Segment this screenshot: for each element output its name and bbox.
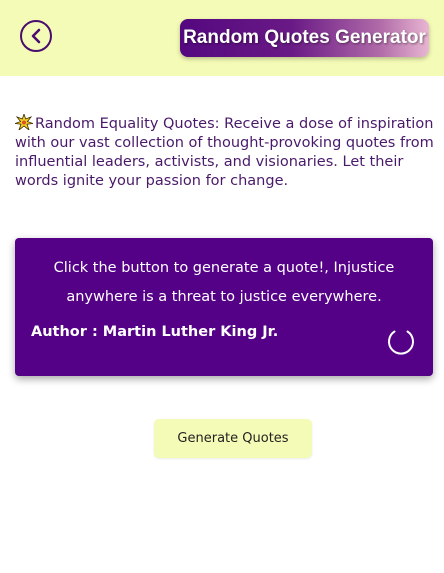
intro-paragraph: Random Equality Quotes: Receive a dose o… bbox=[15, 114, 435, 191]
quote-card: Click the button to generate a quote!, I… bbox=[15, 238, 433, 376]
intro-text: Random Equality Quotes: Receive a dose o… bbox=[15, 116, 434, 189]
sparkle-icon bbox=[15, 114, 33, 130]
generate-quotes-button[interactable]: Generate Quotes bbox=[154, 419, 312, 458]
app-title-banner: Random Quotes Generator bbox=[180, 19, 429, 57]
loading-spinner-icon bbox=[388, 330, 414, 355]
quote-author: Author : Martin Luther King Jr. bbox=[31, 324, 279, 340]
chevron-left-icon bbox=[31, 28, 41, 44]
app-header: Random Quotes Generator bbox=[0, 0, 444, 76]
page-title: Random Quotes Generator bbox=[183, 27, 426, 48]
back-button[interactable] bbox=[20, 20, 52, 52]
quote-text: Click the button to generate a quote!, I… bbox=[53, 260, 395, 305]
